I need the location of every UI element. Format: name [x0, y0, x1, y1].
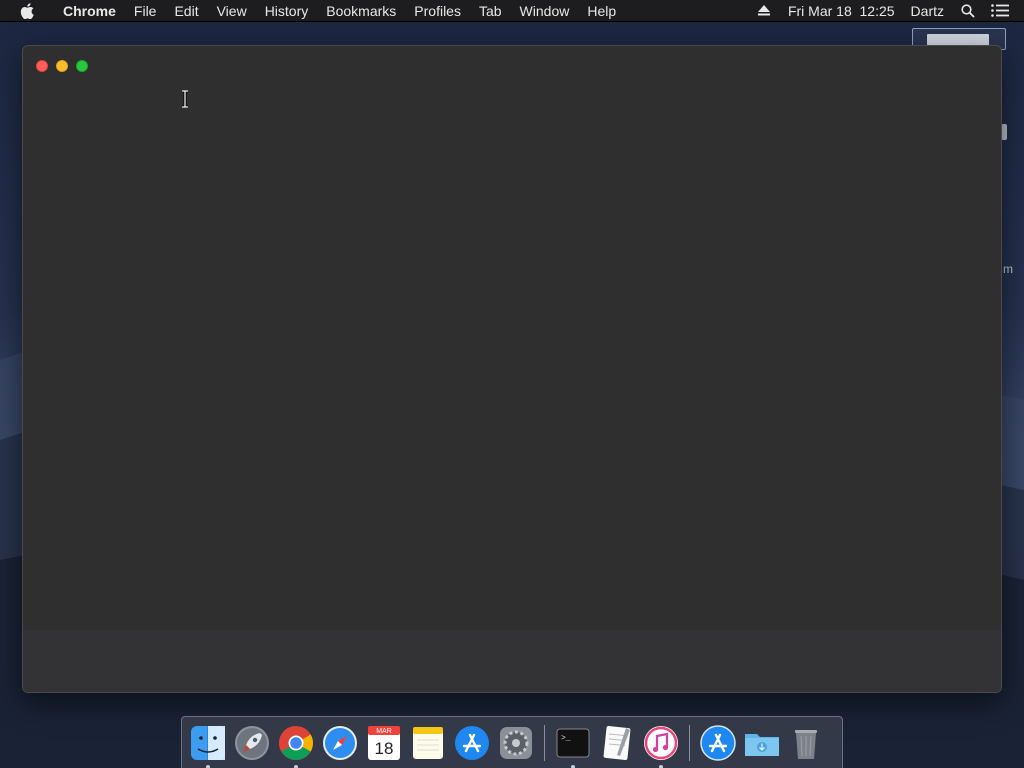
notification-center-icon[interactable] — [990, 0, 1010, 22]
downloads-folder-icon — [745, 733, 779, 756]
chrome-icon — [279, 725, 313, 760]
dock-finder[interactable] — [187, 722, 229, 768]
running-indicator — [294, 764, 298, 768]
user-name[interactable]: Dartz — [903, 0, 952, 22]
dock-applications-folder[interactable] — [697, 722, 739, 764]
menu-app-name[interactable]: Chrome — [54, 0, 125, 22]
dock-itunes[interactable] — [640, 722, 682, 768]
menu-view[interactable]: View — [208, 0, 256, 22]
menu-help[interactable]: Help — [578, 0, 625, 22]
dock: MAR 18 >_ — [181, 716, 843, 768]
launchpad-rocket-icon — [235, 725, 269, 760]
zoom-button[interactable] — [76, 60, 88, 72]
running-indicator — [206, 764, 210, 768]
trash-icon — [795, 729, 817, 759]
textedit-icon — [603, 725, 631, 760]
spotlight-search-icon[interactable] — [958, 0, 978, 22]
dock-safari[interactable] — [319, 722, 361, 764]
menu-history[interactable]: History — [256, 0, 318, 22]
safari-compass-icon — [323, 725, 357, 760]
finder-icon — [191, 725, 225, 760]
app-store-icon — [455, 725, 489, 760]
menu-edit[interactable]: Edit — [165, 0, 207, 22]
minimize-button[interactable] — [56, 60, 68, 72]
terminal-prompt: >_ — [561, 734, 571, 743]
itunes-music-icon — [644, 725, 678, 760]
window-bottom-area — [23, 630, 1001, 692]
applications-icon — [700, 724, 736, 761]
calendar-month: MAR — [376, 728, 392, 735]
running-indicator — [659, 764, 663, 768]
eject-icon[interactable] — [754, 0, 774, 22]
dock-launchpad[interactable] — [231, 722, 273, 764]
menu-file[interactable]: File — [125, 0, 166, 22]
running-indicator — [571, 764, 575, 768]
terminal-icon: >_ — [556, 728, 590, 757]
menu-profiles[interactable]: Profiles — [405, 0, 470, 22]
dock-chrome[interactable] — [275, 722, 317, 768]
close-button[interactable] — [36, 60, 48, 72]
chrome-window[interactable] — [22, 45, 1002, 693]
dock-calendar[interactable]: MAR 18 — [363, 722, 405, 764]
menu-bar: Chrome File Edit View History Bookmarks … — [0, 0, 1024, 22]
dock-trash[interactable] — [785, 722, 827, 764]
desktop-partial-label: m — [1003, 262, 1013, 276]
gear-icon — [500, 726, 532, 759]
dock-app-store[interactable] — [451, 722, 493, 764]
dock-downloads-folder[interactable] — [741, 722, 783, 764]
calendar-day: 18 — [375, 739, 394, 758]
status-area: Fri Mar 18 12:25 Dartz — [748, 0, 1024, 22]
dock-system-preferences[interactable] — [495, 722, 537, 764]
dock-terminal[interactable]: >_ — [552, 722, 594, 768]
menu-bookmarks[interactable]: Bookmarks — [317, 0, 405, 22]
dock-separator — [544, 724, 545, 761]
apple-menu-icon[interactable] — [20, 2, 38, 19]
calendar-icon: MAR 18 — [368, 725, 400, 760]
dock-separator — [689, 724, 690, 761]
text-cursor-icon — [182, 90, 188, 108]
dock-textedit[interactable] — [596, 722, 638, 764]
clock[interactable]: Fri Mar 18 12:25 — [780, 0, 903, 22]
menu-tab[interactable]: Tab — [470, 0, 511, 22]
notes-icon — [413, 726, 443, 759]
dock-notes[interactable] — [407, 722, 449, 764]
menu-window[interactable]: Window — [511, 0, 579, 22]
